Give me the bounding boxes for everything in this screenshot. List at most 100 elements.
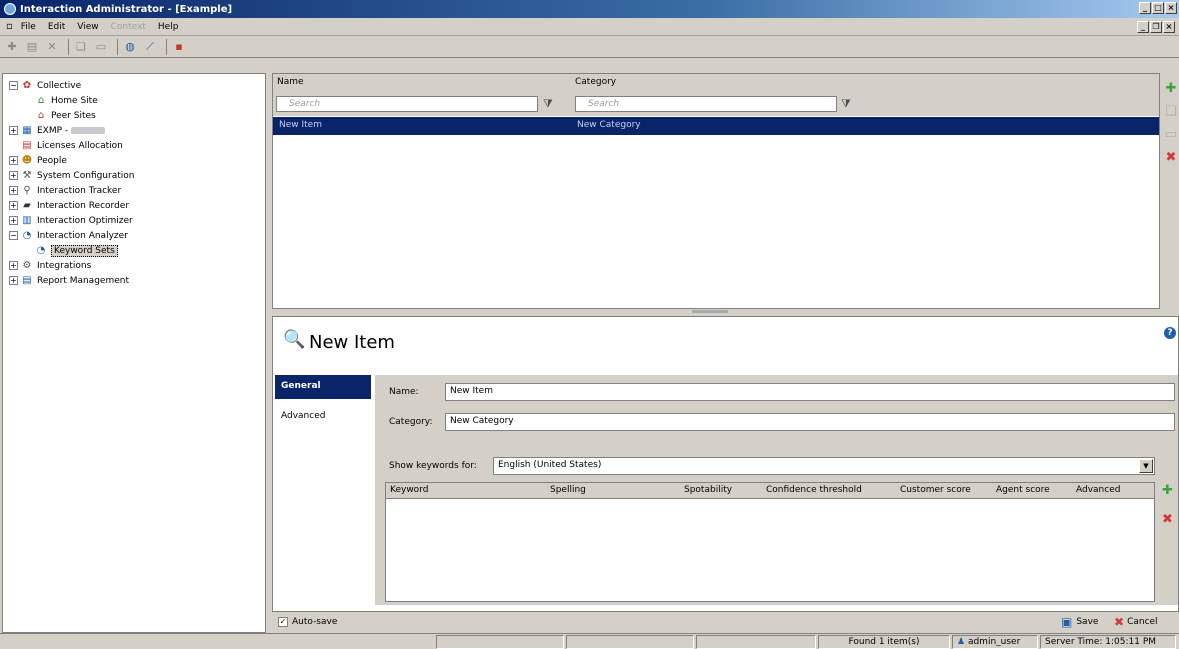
integrations-icon: ⚙ — [22, 260, 32, 271]
expander-icon[interactable]: + — [9, 156, 18, 165]
close-button[interactable]: × — [1165, 2, 1177, 14]
delete-icon[interactable]: ✕ — [44, 39, 60, 55]
expander-icon[interactable]: + — [9, 216, 18, 225]
category-field[interactable]: New Category — [445, 413, 1175, 431]
copy-icon[interactable]: ❏ — [73, 39, 89, 55]
copy-item-icon[interactable]: ❏ — [1165, 104, 1177, 119]
splitter[interactable] — [272, 309, 1160, 315]
tree-item-label: Home Site — [51, 95, 98, 106]
tree-item-label: Report Management — [37, 275, 129, 286]
tree-item[interactable]: ⌂ Peer Sites — [3, 108, 265, 123]
tree-item[interactable]: + ▰ Interaction Recorder — [3, 198, 265, 213]
toolbar-separator — [166, 38, 167, 55]
edit-icon[interactable]: ▭ — [1165, 127, 1177, 142]
autosave-checkbox[interactable]: ✓ — [278, 617, 288, 627]
cancel-button[interactable]: ✖ Cancel — [1114, 615, 1158, 629]
action-bar: ✓ Auto-save ▣ Save ✖ Cancel — [272, 612, 1179, 633]
menu-help[interactable]: Help — [152, 22, 185, 32]
add-keyword-icon[interactable]: ✚ — [1162, 483, 1173, 498]
delete-item-icon[interactable]: ✖ — [1166, 150, 1177, 165]
column-header-category[interactable]: Category — [575, 77, 616, 87]
tree-item[interactable]: + ⚒ System Configuration — [3, 168, 265, 183]
menu-bar: ▫ File Edit View Context Help _ ❐ × — [0, 18, 1179, 36]
splitter-grip[interactable] — [692, 310, 728, 313]
name-field[interactable]: New Item — [445, 383, 1175, 401]
help-icon[interactable]: ? — [1164, 327, 1176, 339]
keywords-grid: Keyword Spelling Spotability Confidence … — [385, 482, 1155, 602]
category-search-input[interactable]: Search — [575, 96, 837, 112]
status-panel — [696, 635, 816, 649]
tree-item-label: Interaction Analyzer — [37, 230, 128, 241]
properties-icon[interactable]: ▤ — [24, 39, 40, 55]
column-header-customer-score[interactable]: Customer score — [900, 485, 971, 495]
column-header-keyword[interactable]: Keyword — [390, 485, 428, 495]
tree-item[interactable]: − ✿ Collective — [3, 78, 265, 93]
detail-title: New Item — [309, 332, 395, 353]
column-header-agent-score[interactable]: Agent score — [996, 485, 1050, 495]
column-header-spotability[interactable]: Spotability — [684, 485, 732, 495]
column-header-advanced[interactable]: Advanced — [1076, 485, 1120, 495]
table-row[interactable]: New Item New Category — [273, 117, 1159, 135]
chevron-down-icon[interactable]: ▼ — [1139, 459, 1153, 473]
tree-item[interactable]: + ▤ Report Management — [3, 273, 265, 288]
export-icon[interactable]: ▪ — [171, 39, 187, 55]
globe-icon[interactable]: ◍ — [122, 39, 138, 55]
tree-item-label: Integrations — [37, 260, 92, 271]
delete-keyword-icon[interactable]: ✖ — [1162, 512, 1173, 527]
redacted-text — [71, 127, 106, 134]
tree-item-label: Licenses Allocation — [37, 140, 123, 151]
column-header-confidence[interactable]: Confidence threshold — [766, 485, 862, 495]
paste-icon[interactable]: ▭ — [93, 39, 109, 55]
tracker-icon: ⚲ — [23, 185, 31, 196]
status-panel — [566, 635, 694, 649]
status-panel — [436, 635, 564, 649]
menu-context[interactable]: Context — [105, 22, 152, 32]
save-button[interactable]: ▣ Save — [1061, 615, 1098, 629]
expander-icon[interactable]: + — [9, 186, 18, 195]
wand-icon[interactable]: ⟋ — [142, 39, 158, 55]
add-icon[interactable]: ✚ — [1166, 81, 1177, 96]
expander-icon[interactable]: − — [9, 231, 18, 240]
mdi-close-button[interactable]: × — [1163, 21, 1175, 33]
name-filter-icon[interactable]: ⧩ — [543, 97, 553, 111]
category-filter-icon[interactable]: ⧩ — [841, 97, 851, 111]
save-icon: ▣ — [1061, 615, 1073, 629]
menu-edit[interactable]: Edit — [42, 22, 71, 32]
column-header-spelling[interactable]: Spelling — [550, 485, 586, 495]
tab-general[interactable]: General — [275, 375, 371, 399]
column-header-name[interactable]: Name — [277, 77, 304, 87]
name-search-input[interactable]: Search — [276, 96, 538, 112]
mdi-restore-button[interactable]: ❐ — [1150, 21, 1162, 33]
tree-item[interactable]: + ⚲ Interaction Tracker — [3, 183, 265, 198]
window-controls: _ □ × — [1139, 2, 1177, 14]
tree-item[interactable]: + ☻ People — [3, 153, 265, 168]
tree-item[interactable]: − ◔ Interaction Analyzer — [3, 228, 265, 243]
expander-icon[interactable]: + — [9, 261, 18, 270]
tree-item-label: Interaction Optimizer — [37, 215, 133, 226]
server-icon: ▦ — [22, 125, 32, 136]
tree-item[interactable]: ⌂ Home Site — [3, 93, 265, 108]
new-icon[interactable]: ✚ — [4, 39, 20, 55]
grid-tools: ✚ ❏ ▭ ✖ — [1163, 81, 1179, 165]
cancel-label: Cancel — [1127, 617, 1158, 627]
tree-item[interactable]: + ▥ Interaction Optimizer — [3, 213, 265, 228]
language-select[interactable]: English (United States) ▼ — [493, 457, 1155, 475]
expander-icon[interactable]: + — [9, 126, 18, 135]
peer-sites-icon: ⌂ — [37, 110, 45, 121]
minimize-button[interactable]: _ — [1139, 2, 1151, 14]
expander-icon[interactable]: + — [9, 201, 18, 210]
menu-view[interactable]: View — [71, 22, 104, 32]
tree-item[interactable]: ◔ Keyword Sets — [3, 243, 265, 258]
tab-advanced[interactable]: Advanced — [275, 405, 371, 429]
expander-icon[interactable]: + — [9, 171, 18, 180]
tree-item[interactable]: + ▦ EXMP - — [3, 123, 265, 138]
tree-item[interactable]: ▤ Licenses Allocation — [3, 138, 265, 153]
expander-icon[interactable]: − — [9, 81, 18, 90]
menu-file[interactable]: File — [15, 22, 42, 32]
toolbar-separator — [117, 38, 118, 55]
expander-icon[interactable]: + — [9, 276, 18, 285]
maximize-button[interactable]: □ — [1152, 2, 1164, 14]
tree-item[interactable]: + ⚙ Integrations — [3, 258, 265, 273]
mdi-minimize-button[interactable]: _ — [1137, 21, 1149, 33]
